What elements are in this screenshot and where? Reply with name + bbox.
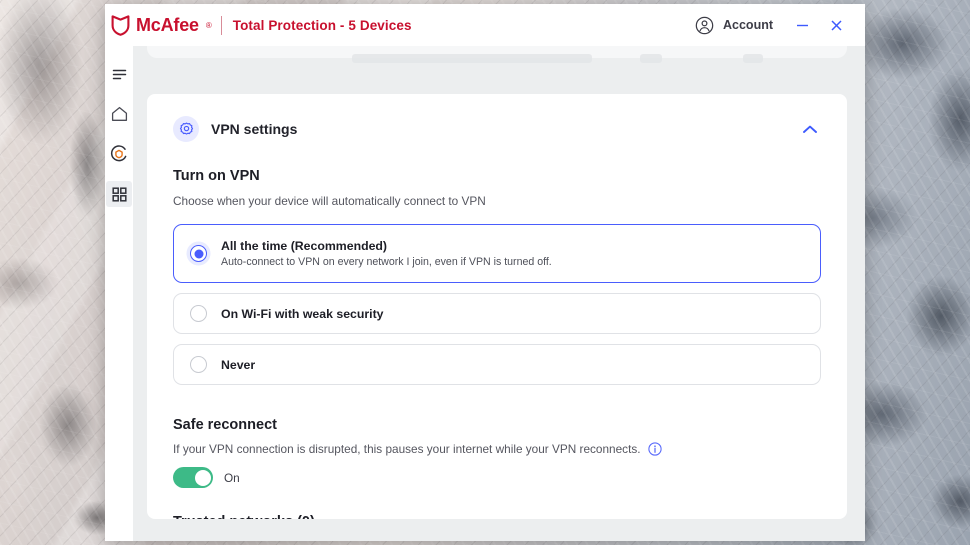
- mcafee-shield-icon: [111, 14, 130, 36]
- minimize-button[interactable]: [787, 10, 817, 40]
- close-icon: [830, 19, 842, 31]
- option-text: All the time (Recommended) Auto-connect …: [221, 239, 552, 268]
- safe-reconnect-toggle-state: On: [224, 470, 240, 485]
- radio-never[interactable]: [190, 356, 207, 374]
- account-label: Account: [723, 18, 773, 32]
- title-bar: McAfee ® Total Protection - 5 Devices Ac…: [105, 4, 865, 46]
- option-label: Never: [221, 357, 256, 372]
- close-button[interactable]: [821, 10, 851, 40]
- menu-icon: [112, 69, 126, 79]
- safe-reconnect-description: If your VPN connection is disrupted, thi…: [173, 442, 641, 457]
- mcafee-app-window: McAfee ® Total Protection - 5 Devices Ac…: [105, 4, 865, 541]
- apps-grid-icon: [111, 186, 127, 202]
- turn-on-vpn-heading: Turn on VPN: [173, 168, 260, 184]
- security-icon: [110, 145, 127, 162]
- option-label: All the time (Recommended): [221, 239, 388, 254]
- vpn-option-all-the-time[interactable]: All the time (Recommended) Auto-connect …: [173, 224, 821, 284]
- account-avatar-icon: [695, 16, 714, 34]
- previous-card-peek: [147, 46, 847, 58]
- chevron-up-icon: [803, 125, 817, 133]
- window-body: VPN settings Turn on VPN Choose when you…: [105, 46, 865, 541]
- sidebar-item-apps[interactable]: [106, 181, 132, 207]
- sidebar-nav: [105, 46, 133, 541]
- option-text: Never: [221, 358, 255, 372]
- safe-reconnect-description-row: If your VPN connection is disrupted, thi…: [173, 442, 821, 456]
- info-icon[interactable]: [647, 442, 662, 456]
- safe-reconnect-toggle[interactable]: [173, 467, 213, 489]
- product-name: Total Protection - 5 Devices: [232, 17, 412, 33]
- card-title: VPN settings: [211, 121, 298, 137]
- option-label: On Wi-Fi with weak security: [221, 306, 384, 321]
- sidebar-item-menu[interactable]: [106, 61, 132, 87]
- radio-all-the-time[interactable]: [190, 245, 207, 263]
- radio-weak-wifi[interactable]: [190, 305, 207, 323]
- vpn-option-never[interactable]: Never: [173, 344, 821, 386]
- vpn-option-weak-wifi[interactable]: On Wi-Fi with weak security: [173, 293, 821, 335]
- minimize-icon: [796, 24, 808, 26]
- titlebar-divider: [220, 15, 222, 35]
- option-text: On Wi-Fi with weak security: [221, 307, 384, 321]
- brand-name: McAfee: [136, 14, 199, 35]
- brand-trademark: ®: [205, 20, 212, 30]
- safe-reconnect-toggle-row: On: [173, 467, 821, 489]
- gear-icon: [179, 122, 193, 135]
- sidebar-item-security[interactable]: [106, 141, 132, 167]
- gear-icon-badge: [173, 116, 199, 142]
- trusted-networks-heading: Trusted networks (0): [173, 514, 821, 519]
- card-header: VPN settings: [173, 116, 821, 142]
- turn-on-vpn-subtitle: Choose when your device will automatical…: [173, 194, 486, 208]
- mcafee-logo: McAfee ®: [111, 15, 212, 36]
- sidebar-item-home[interactable]: [106, 101, 132, 127]
- content-area: VPN settings Turn on VPN Choose when you…: [133, 46, 865, 541]
- collapse-card-button[interactable]: [799, 118, 821, 140]
- vpn-settings-card: VPN settings Turn on VPN Choose when you…: [147, 94, 847, 519]
- option-description: Auto-connect to VPN on every network I j…: [221, 256, 552, 269]
- home-icon: [111, 106, 127, 121]
- account-button[interactable]: Account: [695, 16, 773, 35]
- safe-reconnect-heading: Safe reconnect: [173, 417, 277, 434]
